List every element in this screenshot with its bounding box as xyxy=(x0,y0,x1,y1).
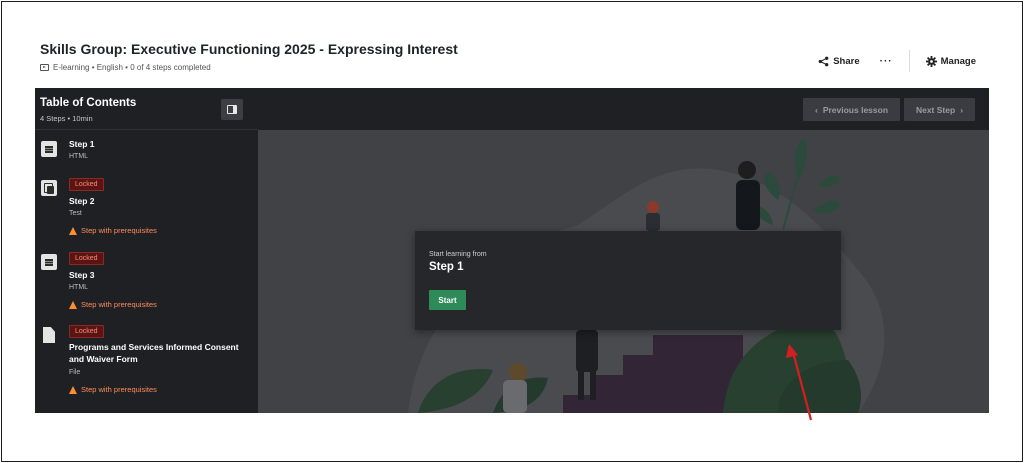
chevron-right-icon: › xyxy=(960,104,964,115)
toc-subtitle: 4 Steps • 10min xyxy=(40,114,93,123)
manage-label: Manage xyxy=(940,55,976,67)
step-name: Step 3 xyxy=(69,270,95,280)
document-icon xyxy=(41,254,57,270)
sidebar-toggle-icon xyxy=(227,105,237,114)
step-type: Test xyxy=(69,210,82,217)
prerequisite-warning: Step with prerequisites xyxy=(69,300,157,309)
locked-badge: Locked xyxy=(69,325,104,338)
warning-icon xyxy=(69,385,77,394)
previous-lesson-button[interactable]: ‹ Previous lesson xyxy=(803,98,900,121)
step-type: HTML xyxy=(69,153,89,160)
course-meta: E-learning • English • 0 of 4 steps comp… xyxy=(40,63,211,72)
more-options-button[interactable]: ··· xyxy=(880,56,893,67)
toc-step-2[interactable]: Locked Step 2 Test Step with prerequisit… xyxy=(35,178,258,238)
warning-icon xyxy=(69,226,77,235)
manage-button[interactable]: Manage xyxy=(925,55,976,67)
page-title: Skills Group: Executive Functioning 2025… xyxy=(40,41,458,57)
locked-badge: Locked xyxy=(69,252,104,265)
next-step-button[interactable]: Next Step › xyxy=(904,98,975,121)
start-learning-dialog: Start learning from Step 1 Start xyxy=(415,231,841,330)
prerequisite-text: Step with prerequisites xyxy=(81,226,157,235)
gear-icon xyxy=(925,55,937,67)
step-name: Step 1 xyxy=(69,139,95,149)
collapse-sidebar-button[interactable] xyxy=(221,99,243,120)
toc-step-4[interactable]: Locked Programs and Services Informed Co… xyxy=(35,325,258,401)
document-icon xyxy=(41,141,57,157)
prerequisite-text: Step with prerequisites xyxy=(81,385,157,394)
test-icon xyxy=(41,180,57,196)
prerequisite-text: Step with prerequisites xyxy=(81,300,157,309)
toc-header: Table of Contents 4 Steps • 10min xyxy=(35,88,258,130)
step-name: Programs and Services Informed Consent a… xyxy=(69,342,239,364)
warning-icon xyxy=(69,300,77,309)
toc-title: Table of Contents xyxy=(40,97,137,109)
course-meta-text: E-learning • English • 0 of 4 steps comp… xyxy=(53,63,211,72)
toc-step-3[interactable]: Locked Step 3 HTML Step with prerequisit… xyxy=(35,252,258,312)
chevron-left-icon: ‹ xyxy=(814,104,818,115)
course-player: Table of Contents 4 Steps • 10min Step 1… xyxy=(35,88,989,413)
top-actions: Share ··· Manage xyxy=(818,50,976,72)
table-of-contents: Table of Contents 4 Steps • 10min Step 1… xyxy=(35,88,258,413)
next-step-label: Next Step xyxy=(915,104,956,115)
share-icon xyxy=(818,56,829,66)
previous-lesson-label: Previous lesson xyxy=(822,104,889,115)
dialog-title: Step 1 xyxy=(429,261,464,273)
file-icon xyxy=(41,327,57,343)
start-button[interactable]: Start xyxy=(429,290,466,310)
step-type: File xyxy=(69,369,81,376)
elearning-icon xyxy=(40,64,49,71)
dialog-subtitle: Start learning from xyxy=(429,251,487,258)
lesson-stage: Start learning from Step 1 Start xyxy=(258,130,989,413)
share-label: Share xyxy=(833,55,860,67)
step-name: Step 2 xyxy=(69,196,95,206)
divider xyxy=(908,50,910,72)
share-button[interactable]: Share xyxy=(818,55,860,67)
prerequisite-warning: Step with prerequisites xyxy=(69,385,157,394)
step-type: HTML xyxy=(69,284,89,291)
lesson-nav-bar: ‹ Previous lesson Next Step › xyxy=(258,88,989,130)
prerequisite-warning: Step with prerequisites xyxy=(69,226,157,235)
locked-badge: Locked xyxy=(69,178,104,191)
toc-step-1[interactable]: Step 1 HTML xyxy=(35,138,258,173)
